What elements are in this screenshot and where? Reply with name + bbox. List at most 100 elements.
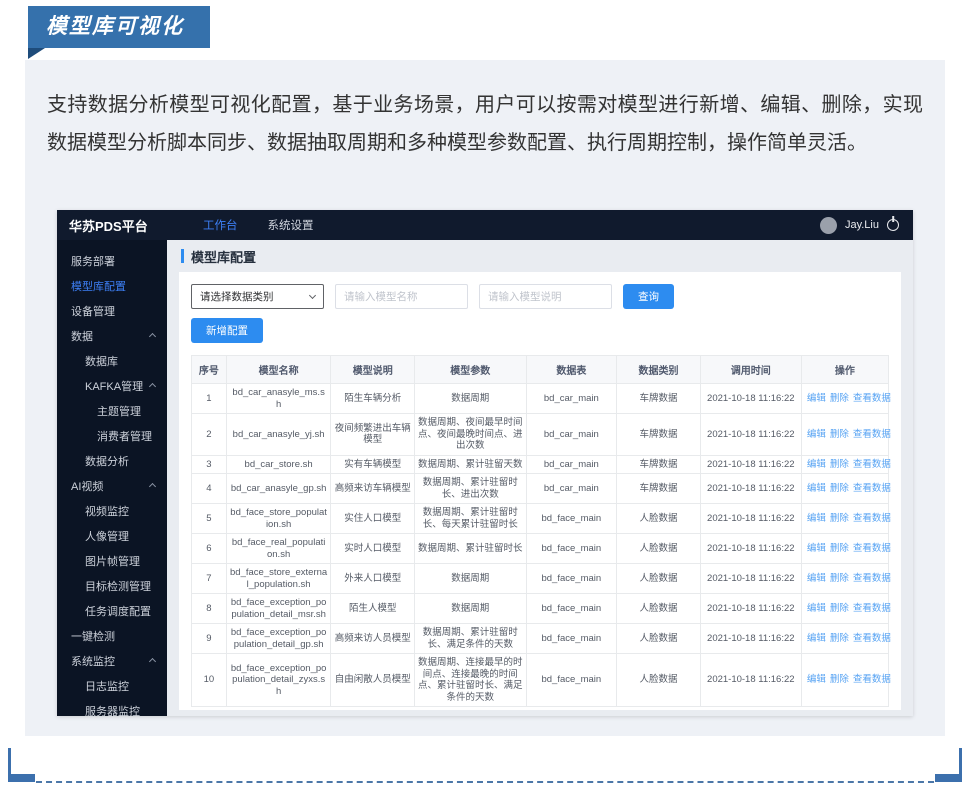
sidebar-item-6[interactable]: KAFKA管理 <box>57 373 167 398</box>
sidebar-item-18[interactable]: 日志监控 <box>57 673 167 698</box>
category-select-value: 请选择数据类别 <box>200 289 274 304</box>
cell-call-time: 2021-10-18 11:16:22 <box>700 534 801 564</box>
edit-link[interactable]: 编辑 <box>807 483 826 494</box>
chevron-up-icon <box>149 658 156 665</box>
edit-link[interactable]: 编辑 <box>807 513 826 524</box>
sidebar-item-label: 视频监控 <box>85 503 129 519</box>
model-name-input[interactable] <box>335 284 468 309</box>
view-data-link[interactable]: 查看数据 <box>853 573 891 584</box>
sidebar-item-19[interactable]: 服务器监控 <box>57 698 167 716</box>
sidebar-item-8[interactable]: 消费者管理 <box>57 423 167 448</box>
sidebar-item-11[interactable]: 视频监控 <box>57 498 167 523</box>
edit-link[interactable]: 编辑 <box>807 573 826 584</box>
sidebar-item-label: 人像管理 <box>85 528 129 544</box>
cell-model-params: 数据周期、夜间最早时间点、夜间最晚时间点、进出次数 <box>415 414 527 456</box>
sidebar-item-5[interactable]: 数据库 <box>57 348 167 373</box>
nav-menus: 工作台 系统设置 <box>203 217 314 233</box>
filter-bar: 请选择数据类别 查询 <box>191 284 889 309</box>
avatar[interactable] <box>820 217 837 234</box>
view-data-link[interactable]: 查看数据 <box>853 674 891 685</box>
table-row: 9bd_face_exception_population_detail_gp.… <box>192 624 889 654</box>
cell-data-category: 人脸数据 <box>617 624 701 654</box>
view-data-link[interactable]: 查看数据 <box>853 603 891 614</box>
nav-menu-settings[interactable]: 系统设置 <box>268 217 314 233</box>
sidebar-item-1[interactable]: 服务部署 <box>57 248 167 273</box>
cell-model-params: 数据周期、累计驻留时长、每天累计驻留时长 <box>415 504 527 534</box>
sidebar-item-4[interactable]: 数据 <box>57 323 167 348</box>
view-data-link[interactable]: 查看数据 <box>853 483 891 494</box>
delete-link[interactable]: 删除 <box>830 483 849 494</box>
view-data-link[interactable]: 查看数据 <box>853 633 891 644</box>
sidebar-item-15[interactable]: 任务调度配置 <box>57 598 167 623</box>
page-title: 模型库配置 <box>167 240 913 272</box>
model-desc-input[interactable] <box>479 284 612 309</box>
view-data-link[interactable]: 查看数据 <box>853 429 891 440</box>
nav-menu-workbench[interactable]: 工作台 <box>203 217 238 233</box>
cell-model-desc: 外来人口模型 <box>331 564 415 594</box>
view-data-link[interactable]: 查看数据 <box>853 543 891 554</box>
cell-model-desc: 实住人口模型 <box>331 504 415 534</box>
edit-link[interactable]: 编辑 <box>807 633 826 644</box>
sidebar-item-2[interactable]: 模型库配置 <box>57 273 167 298</box>
cell-model-name: bd_car_anasyle_gp.sh <box>226 474 331 504</box>
edit-link[interactable]: 编辑 <box>807 543 826 554</box>
chevron-up-icon <box>149 333 156 340</box>
dashed-divider <box>36 781 934 783</box>
sidebar-item-3[interactable]: 设备管理 <box>57 298 167 323</box>
edit-link[interactable]: 编辑 <box>807 674 826 685</box>
sidebar-item-label: 服务部署 <box>71 253 115 269</box>
delete-link[interactable]: 删除 <box>830 674 849 685</box>
sidebar-item-13[interactable]: 图片帧管理 <box>57 548 167 573</box>
view-data-link[interactable]: 查看数据 <box>853 393 891 404</box>
view-data-link[interactable]: 查看数据 <box>853 459 891 470</box>
delete-link[interactable]: 删除 <box>830 513 849 524</box>
cell-model-name: bd_car_anasyle_yj.sh <box>226 414 331 456</box>
sidebar-item-12[interactable]: 人像管理 <box>57 523 167 548</box>
edit-link[interactable]: 编辑 <box>807 603 826 614</box>
view-data-link[interactable]: 查看数据 <box>853 513 891 524</box>
column-header: 模型名称 <box>226 356 331 384</box>
cell-no: 6 <box>192 534 227 564</box>
sidebar-item-label: 日志监控 <box>85 678 129 694</box>
cell-data-category: 车牌数据 <box>617 474 701 504</box>
delete-link[interactable]: 删除 <box>830 459 849 470</box>
delete-link[interactable]: 删除 <box>830 603 849 614</box>
cell-data-table: bd_face_main <box>526 624 617 654</box>
sidebar-item-10[interactable]: AI视频 <box>57 473 167 498</box>
add-config-button[interactable]: 新增配置 <box>191 318 263 343</box>
search-button[interactable]: 查询 <box>623 284 674 309</box>
delete-link[interactable]: 删除 <box>830 429 849 440</box>
delete-link[interactable]: 删除 <box>830 543 849 554</box>
cell-model-params: 数据周期 <box>415 384 527 414</box>
page-title-text: 模型库配置 <box>191 247 256 266</box>
cell-data-table: bd_face_main <box>526 594 617 624</box>
cell-data-table: bd_face_main <box>526 504 617 534</box>
cell-data-table: bd_car_main <box>526 414 617 456</box>
category-select[interactable]: 请选择数据类别 <box>191 284 324 309</box>
table-row: 4bd_car_anasyle_gp.sh高频来访车辆模型数据周期、累计驻留时长… <box>192 474 889 504</box>
edit-link[interactable]: 编辑 <box>807 429 826 440</box>
sidebar-item-label: AI视频 <box>71 478 103 494</box>
edit-link[interactable]: 编辑 <box>807 393 826 404</box>
sidebar-item-17[interactable]: 系统监控 <box>57 648 167 673</box>
sidebar-item-9[interactable]: 数据分析 <box>57 448 167 473</box>
sidebar-item-label: 系统监控 <box>71 653 115 669</box>
delete-link[interactable]: 删除 <box>830 393 849 404</box>
cell-data-table: bd_car_main <box>526 455 617 474</box>
delete-link[interactable]: 删除 <box>830 573 849 584</box>
sidebar-item-16[interactable]: 一键检测 <box>57 623 167 648</box>
cell-model-name: bd_face_store_population.sh <box>226 504 331 534</box>
sidebar-item-14[interactable]: 目标检测管理 <box>57 573 167 598</box>
main-content: 模型库配置 请选择数据类别 查询 新增配置 <box>167 240 913 716</box>
section-badge-label: 模型库可视化 <box>46 15 184 38</box>
sidebar-item-label: 一键检测 <box>71 628 115 644</box>
cell-model-desc: 实时人口模型 <box>331 534 415 564</box>
sidebar-item-7[interactable]: 主题管理 <box>57 398 167 423</box>
edit-link[interactable]: 编辑 <box>807 459 826 470</box>
sidebar-item-label: KAFKA管理 <box>85 378 143 394</box>
cell-model-name: bd_car_anasyle_ms.sh <box>226 384 331 414</box>
sidebar-item-label: 任务调度配置 <box>85 603 151 619</box>
sidebar-item-label: 消费者管理 <box>97 428 152 444</box>
power-icon[interactable] <box>887 219 899 231</box>
delete-link[interactable]: 删除 <box>830 633 849 644</box>
